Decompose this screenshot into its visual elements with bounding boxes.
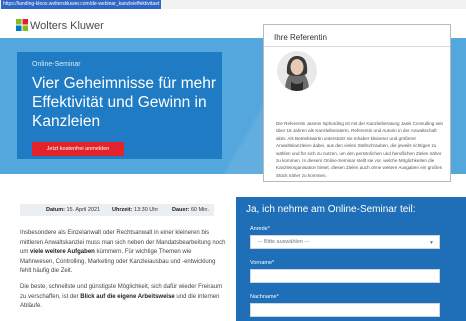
duration-value: 60 Min. [190, 207, 209, 213]
speaker-avatar [277, 51, 317, 91]
salutation-select[interactable]: --- Bitte auswählen --- ▼ [250, 235, 440, 249]
hero-title: Vier Geheimnisse für mehr Effektivität u… [32, 75, 217, 130]
duration-label: Dauer: [172, 207, 190, 213]
intro-text-bold: viele weitere Aufgaben [30, 249, 95, 256]
wolters-kluwer-logo-icon[interactable] [16, 19, 28, 31]
firstname-input[interactable] [250, 269, 440, 283]
chevron-down-icon: ▼ [429, 240, 434, 246]
second-text-bold: Blick auf die eigene Arbeitsweise [80, 293, 175, 300]
second-paragraph: Die beste, schnellste und günstigste Mög… [20, 283, 226, 312]
salutation-label: Anrede* [250, 226, 270, 232]
time-value: 13:30 Uhr [134, 207, 159, 213]
time-label: Uhrzeit: [112, 207, 133, 213]
popup-title: Ihre Referentin [274, 33, 327, 42]
hero-eyebrow: Online-Seminar [32, 61, 81, 68]
event-meta-bar: Datum: 15. April 2021 Uhrzeit: 13:30 Uhr… [20, 204, 214, 216]
intro-paragraph: Insbesondere als Einzelanwalt oder Recht… [20, 229, 226, 277]
url-text[interactable]: https://landing-kleos.wolterskluwer.com/… [1, 0, 162, 9]
time-meta: Uhrzeit: 13:30 Uhr [112, 204, 158, 216]
lastname-label: Nachname* [250, 294, 279, 300]
register-button[interactable]: Jetzt kostenfrei anmelden [32, 142, 124, 156]
duration-meta: Dauer: 60 Min. [172, 204, 209, 216]
popup-divider [264, 46, 450, 47]
lastname-input[interactable] [250, 303, 440, 317]
brand-name[interactable]: Wolters Kluwer [30, 20, 104, 32]
salutation-selected-value: --- Bitte auswählen --- [257, 239, 310, 245]
speaker-bio: Die Referentin Jasmin Isphording ist mit… [276, 121, 443, 178]
hero-card: Online-Seminar Vier Geheimnisse für mehr… [17, 52, 222, 159]
date-meta: Datum: 15. April 2021 [46, 204, 100, 216]
date-label: Datum: [46, 207, 65, 213]
speaker-popup: Ihre Referentin Die Referentin Jasmin Is… [263, 24, 451, 182]
registration-form: Ja, ich nehme am Online-Seminar teil: An… [236, 197, 466, 321]
address-bar[interactable]: https://landing-kleos.wolterskluwer.com/… [0, 0, 466, 9]
date-value: 15. April 2021 [66, 207, 101, 213]
form-title: Ja, ich nehme am Online-Seminar teil: [246, 204, 416, 215]
firstname-label: Vorname* [250, 260, 275, 266]
